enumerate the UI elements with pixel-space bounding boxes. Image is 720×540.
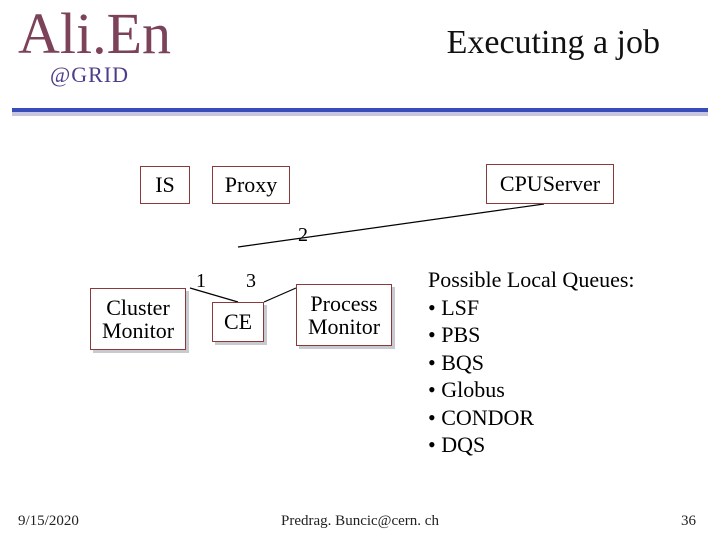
logo-subtitle: @GRID: [50, 62, 129, 88]
box-is: IS: [140, 166, 190, 204]
box-process-line2: Monitor: [308, 314, 380, 339]
list-item: • CONDOR: [428, 404, 635, 432]
box-proxy: Proxy: [212, 166, 290, 204]
box-process-line1: Process: [310, 291, 377, 316]
box-cluster-monitor: Cluster Monitor: [90, 288, 186, 350]
diagram-canvas: IS Proxy CPUServer Cluster Monitor CE Pr…: [0, 120, 720, 490]
box-cluster-line1: Cluster: [106, 295, 170, 320]
divider: [12, 108, 708, 116]
footer-date: 9/15/2020: [18, 513, 79, 530]
list-item: • PBS: [428, 321, 635, 349]
local-queues-heading: Possible Local Queues:: [428, 266, 635, 294]
list-item: • DQS: [428, 431, 635, 459]
step-label-2: 2: [298, 224, 308, 247]
box-ce: CE: [212, 302, 264, 342]
box-cpuserver: CPUServer: [486, 164, 614, 204]
list-item: • LSF: [428, 294, 635, 322]
list-item: • Globus: [428, 376, 635, 404]
box-process-monitor: Process Monitor: [296, 284, 392, 346]
logo: Ali.En: [18, 0, 171, 67]
step-label-1: 1: [196, 270, 206, 293]
footer: 9/15/2020 Predrag. Buncic@cern. ch 36: [0, 508, 720, 540]
footer-author: Predrag. Buncic@cern. ch: [281, 513, 439, 530]
footer-page-number: 36: [681, 513, 696, 530]
local-queues-list: Possible Local Queues: • LSF • PBS • BQS…: [428, 266, 635, 459]
list-item: • BQS: [428, 349, 635, 377]
box-cluster-line2: Monitor: [102, 318, 174, 343]
step-label-3: 3: [246, 270, 256, 293]
page-title: Executing a job: [447, 24, 660, 62]
